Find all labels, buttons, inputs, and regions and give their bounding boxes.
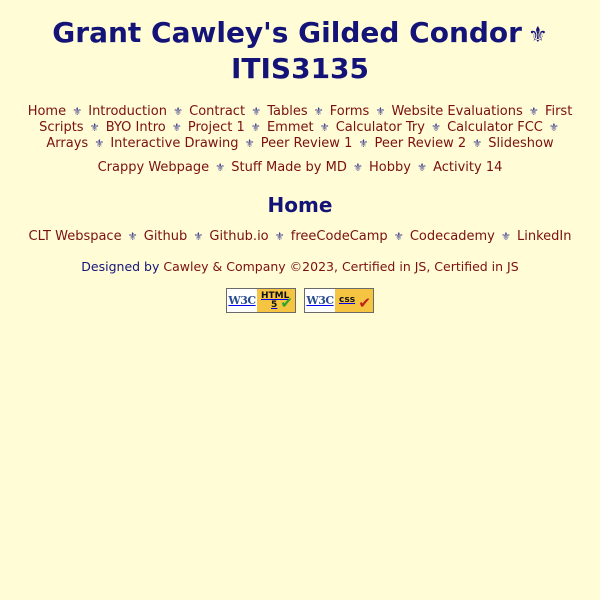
w3c-logo: W3C [228,294,256,307]
nav-link-emmet[interactable]: Emmet [267,120,314,135]
fleur-de-lis-icon: ⚜ [94,137,105,150]
nav-link-contract[interactable]: Contract [189,104,245,119]
css-tag: css ✔ [335,289,373,312]
fleur-de-lis-icon: ⚜ [173,105,183,118]
fleur-de-lis-icon: ⚜ [417,161,427,174]
w3c-logo: W3C [306,294,334,307]
html5-tag: HTML 5 ✔ [257,289,295,312]
fleur-de-lis-icon: ⚜ [393,230,404,243]
nav-link-crappy-webpage[interactable]: Crappy Webpage [98,160,210,175]
nav-link-introduction[interactable]: Introduction [88,104,167,119]
secondary-nav: Crappy Webpage ⚜ Stuff Made by MD ⚜ Hobb… [20,160,580,176]
main-nav: Home ⚜ Introduction ⚜ Contract ⚜ Tables … [20,104,580,152]
site-title-line1: Grant Cawley's Gilded Condor [52,16,522,49]
nav-link-website-evaluations[interactable]: Website Evaluations [391,104,522,119]
site-title-line2: ITIS3135 [230,52,370,85]
external-link-codecademy[interactable]: Codecademy [410,229,495,244]
fleur-de-lis-icon: ⚜ [250,121,261,134]
nav-link-calculator-fcc[interactable]: Calculator FCC [447,120,543,135]
nav-link-tables[interactable]: Tables [267,104,307,119]
nav-link-interactive-drawing[interactable]: Interactive Drawing [110,136,238,151]
fleur-de-lis-icon: ⚜ [528,105,539,118]
external-links: CLT Webspace ⚜ Github ⚜ Github.io ⚜ free… [0,229,600,245]
page: Grant Cawley's Gilded Condor ⚜ ITIS3135 H… [0,0,600,600]
fleur-de-lis-icon: ⚜ [193,230,204,243]
nav-link-home[interactable]: Home [28,104,66,119]
fleur-de-lis-icon: ⚜ [472,137,483,150]
footer-credit: Designed by Cawley & Company ©2023, Cert… [0,259,600,275]
css-tag-line1: css [339,295,356,305]
fleur-de-lis-icon: ⚜ [171,121,182,134]
fleur-de-lis-icon: ⚜ [274,230,285,243]
external-link-github[interactable]: Github [144,229,188,244]
nav-link-stuff-made-by-md[interactable]: Stuff Made by MD [231,160,347,175]
nav-link-calculator-try[interactable]: Calculator Try [336,120,425,135]
check-icon: ✔ [280,294,293,312]
fleur-de-lis-icon: ⚜ [313,105,324,118]
external-link-linkedin[interactable]: LinkedIn [517,229,571,244]
nav-link-hobby[interactable]: Hobby [369,160,411,175]
external-link-freecodecamp[interactable]: freeCodeCamp [291,229,388,244]
fleur-de-lis-icon: ⚜ [319,121,330,134]
fleur-de-lis-icon: ⚜ [527,23,548,48]
fleur-de-lis-icon: ⚜ [358,137,369,150]
fleur-de-lis-icon: ⚜ [89,121,100,134]
nav-link-peer-review-2[interactable]: Peer Review 2 [375,136,467,151]
nav-link-forms[interactable]: Forms [330,104,370,119]
fleur-de-lis-icon: ⚜ [500,230,511,243]
fleur-de-lis-icon: ⚜ [375,105,386,118]
fleur-de-lis-icon: ⚜ [244,137,255,150]
company-link[interactable]: Cawley & Company ©2023, Certified in JS,… [163,259,518,274]
nav-link-slideshow[interactable]: Slideshow [488,136,553,151]
fleur-de-lis-icon: ⚜ [215,161,226,174]
external-link-clt-webspace[interactable]: CLT Webspace [29,229,122,244]
fleur-de-lis-icon: ⚜ [127,230,138,243]
designed-by-label: Designed by [81,259,160,274]
check-icon: ✔ [358,294,371,312]
fleur-de-lis-icon: ⚜ [549,121,559,134]
validation-badges: W3C HTML 5 ✔ W3C css ✔ [0,288,600,313]
site-title: Grant Cawley's Gilded Condor ⚜ ITIS3135 [0,0,600,85]
nav-link-arrays[interactable]: Arrays [46,136,88,151]
html-tag-line2: 5 [271,299,278,310]
nav-link-peer-review-1[interactable]: Peer Review 1 [261,136,353,151]
fleur-de-lis-icon: ⚜ [431,121,441,134]
external-link-github-io[interactable]: Github.io [209,229,268,244]
fleur-de-lis-icon: ⚜ [352,161,363,174]
nav-link-activity-14[interactable]: Activity 14 [433,160,502,175]
html-validator-badge[interactable]: W3C HTML 5 ✔ [226,288,296,313]
nav-link-project-1[interactable]: Project 1 [188,120,245,135]
page-heading: Home [267,193,333,217]
nav-link-byo-intro[interactable]: BYO Intro [106,120,166,135]
fleur-de-lis-icon: ⚜ [72,105,83,118]
fleur-de-lis-icon: ⚜ [251,105,262,118]
css-validator-badge[interactable]: W3C css ✔ [304,288,374,313]
